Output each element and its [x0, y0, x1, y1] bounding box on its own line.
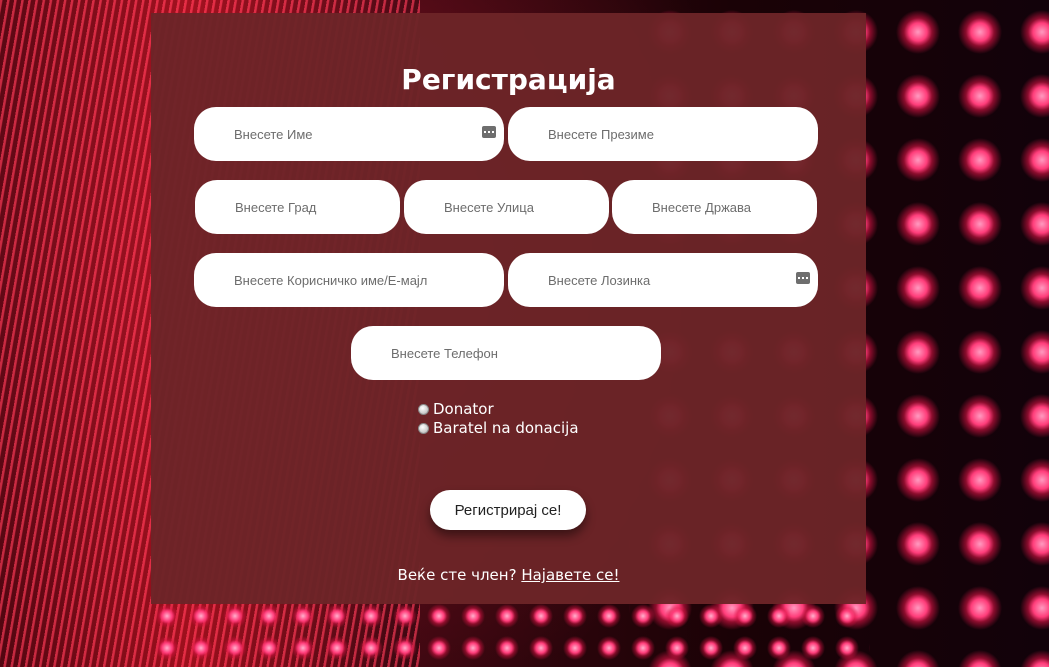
- radio-option-baratel[interactable]: Baratel na donacija: [418, 419, 579, 437]
- registration-panel: Регистрација Donator Baratel na donacija…: [151, 13, 866, 604]
- radio-button[interactable]: [418, 422, 429, 434]
- city-input[interactable]: [195, 180, 400, 234]
- login-prompt: Веќе сте член? Најавете се!: [151, 566, 866, 584]
- radio-button[interactable]: [418, 403, 429, 415]
- password-input[interactable]: [508, 253, 818, 307]
- login-prompt-text: Веќе сте член?: [397, 566, 517, 584]
- first-name-input[interactable]: [194, 107, 504, 161]
- phone-input[interactable]: [351, 326, 661, 380]
- radio-label: Donator: [433, 400, 494, 418]
- key-icon[interactable]: [482, 126, 496, 138]
- background-led-dots-bottom: [150, 600, 870, 667]
- radio-label: Baratel na donacija: [433, 419, 579, 437]
- login-link[interactable]: Најавете се!: [521, 566, 619, 584]
- street-input[interactable]: [404, 180, 609, 234]
- register-button[interactable]: Регистрирај се!: [430, 490, 586, 530]
- last-name-input[interactable]: [508, 107, 818, 161]
- radio-option-donator[interactable]: Donator: [418, 400, 494, 418]
- key-icon[interactable]: [796, 272, 810, 284]
- page-title: Регистрација: [401, 63, 616, 96]
- username-email-input[interactable]: [194, 253, 504, 307]
- country-input[interactable]: [612, 180, 817, 234]
